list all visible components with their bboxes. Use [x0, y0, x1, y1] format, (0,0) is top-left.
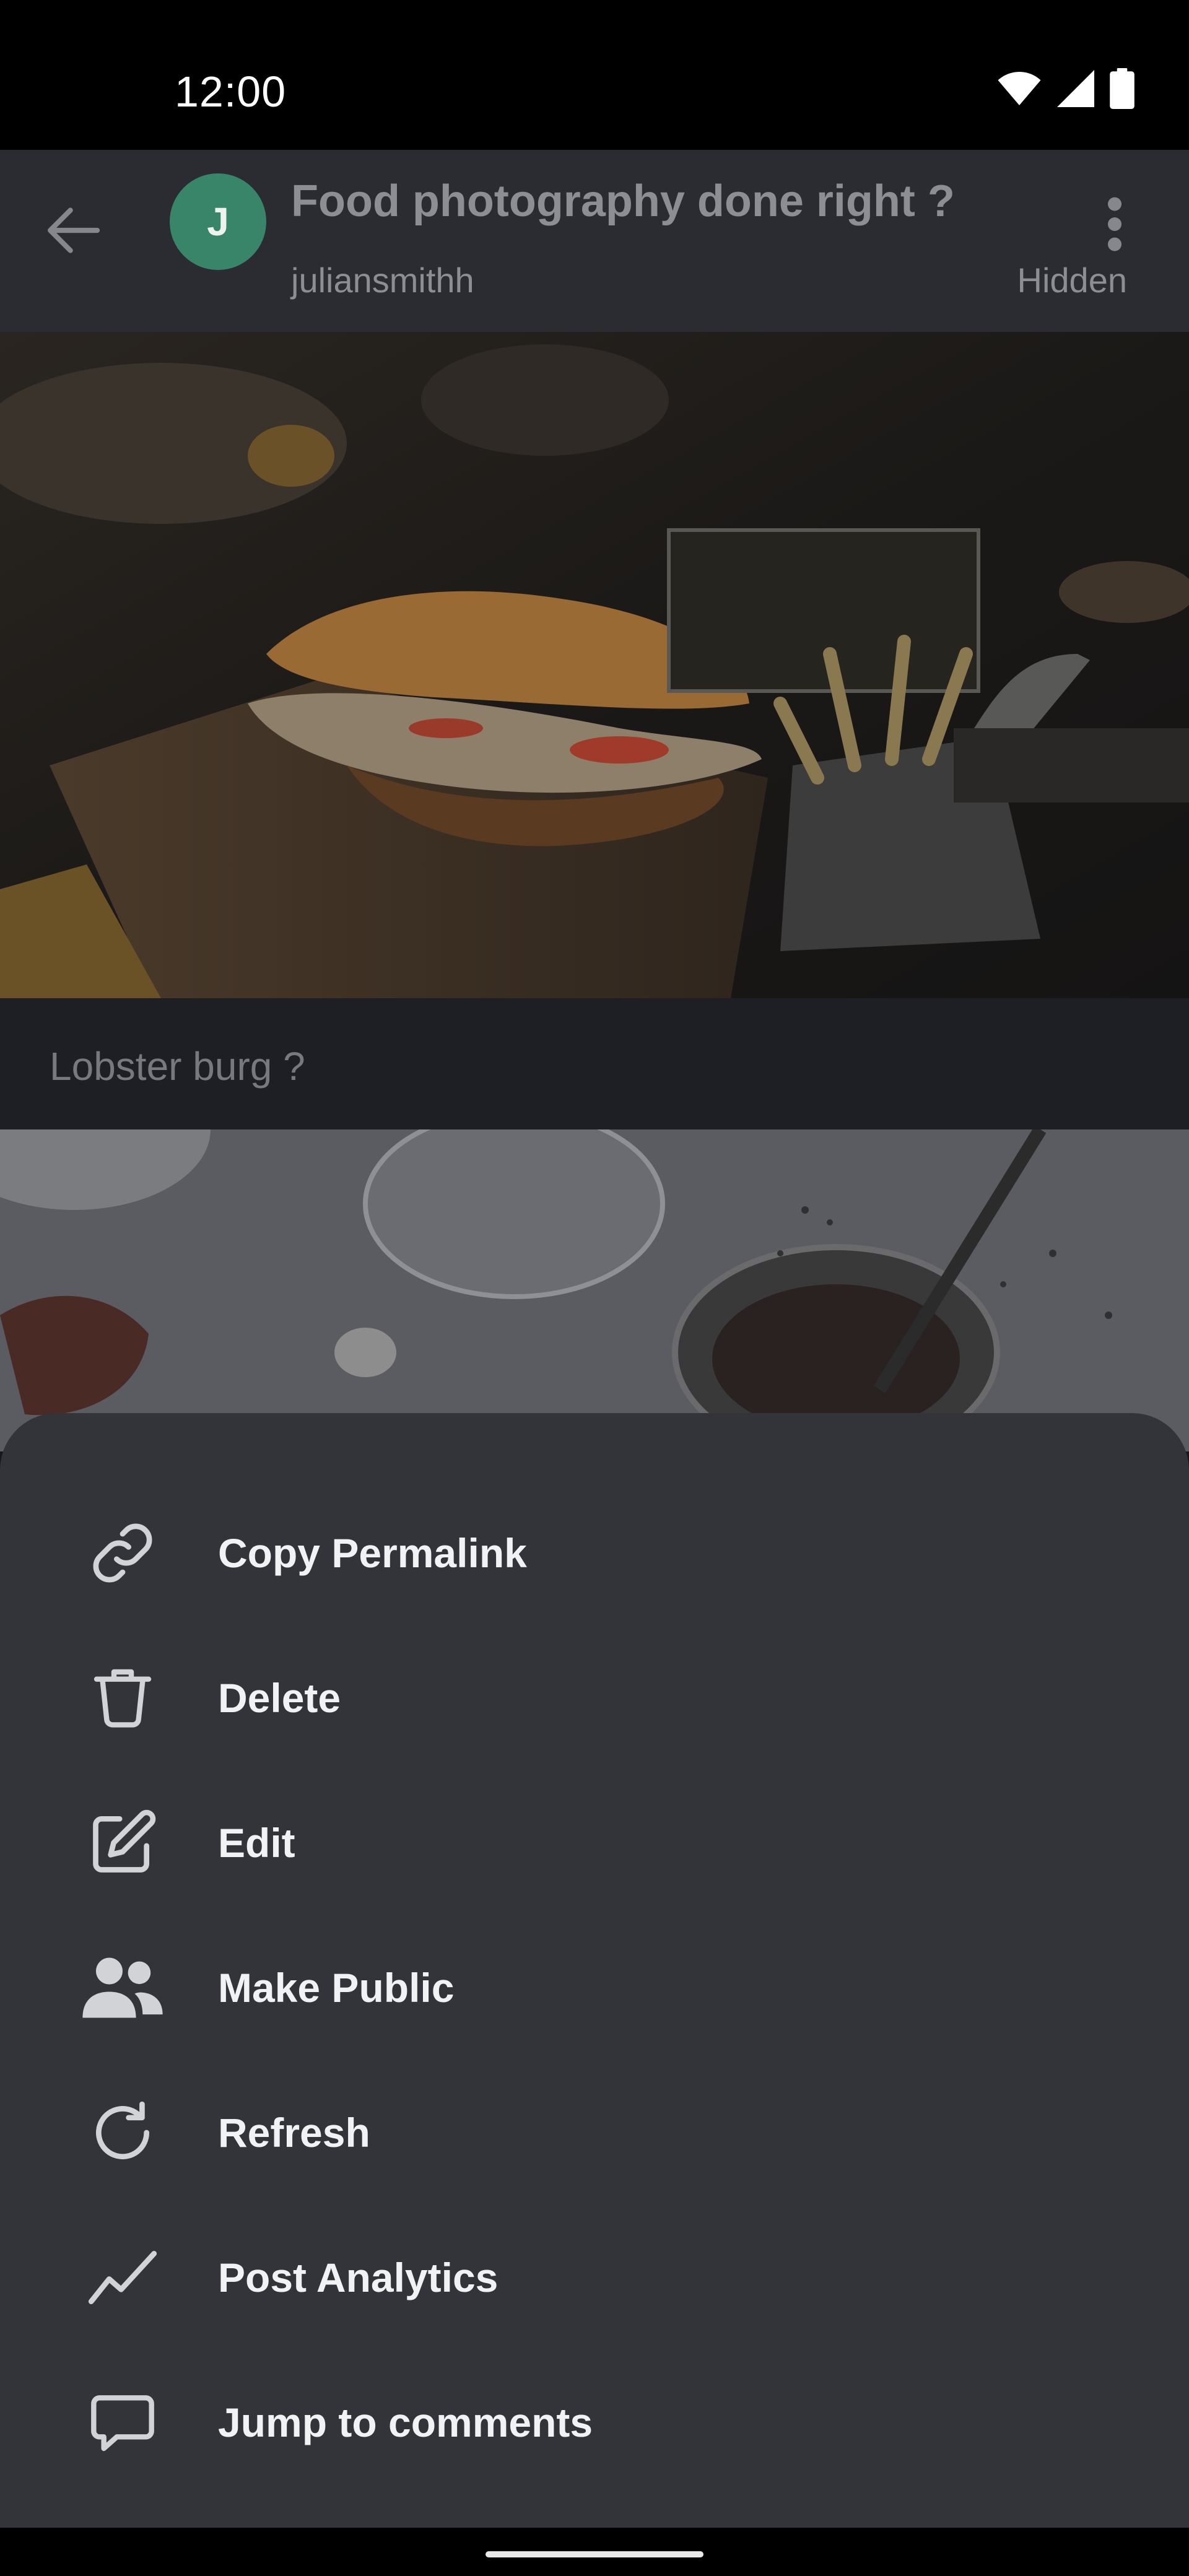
dessert-photo-illustration: [0, 1129, 1189, 1451]
analytics-icon: [74, 2229, 171, 2326]
post-image-dessert[interactable]: [0, 1129, 1189, 1451]
comment-icon: [74, 2374, 171, 2471]
sheet-item-label: Delete: [218, 1675, 341, 1721]
sheet-item-jump-to-comments[interactable]: Jump to comments: [0, 2350, 1189, 2495]
navigation-bar: [0, 2528, 1189, 2576]
post-options-sheet: Copy Permalink Delete Edit Make Public R…: [0, 1413, 1189, 2528]
sheet-item-label: Post Analytics: [218, 2255, 499, 2300]
edit-icon: [74, 1795, 171, 1891]
home-gesture-handle[interactable]: [486, 2551, 703, 2557]
sandwich-photo-illustration: [0, 332, 1189, 998]
sheet-item-edit[interactable]: Edit: [0, 1770, 1189, 1915]
sheet-item-make-public[interactable]: Make Public: [0, 1915, 1189, 2060]
sheet-item-label: Jump to comments: [218, 2400, 593, 2445]
app-bar: J Food photography done right ? juliansm…: [0, 150, 1189, 332]
people-icon: [74, 1939, 171, 2036]
status-time: 12:00: [175, 67, 287, 116]
back-button[interactable]: [36, 193, 110, 268]
status-bar: 12:00: [0, 0, 1189, 150]
cell-signal-icon: [1057, 70, 1094, 107]
post-caption: Lobster burg ?: [50, 1044, 305, 1089]
avatar[interactable]: J: [170, 173, 266, 270]
visibility-status: Hidden: [1017, 261, 1127, 300]
refresh-icon: [74, 2084, 171, 2181]
sheet-item-label: Make Public: [218, 1965, 455, 2011]
sheet-item-delete[interactable]: Delete: [0, 1625, 1189, 1770]
trash-icon: [74, 1650, 171, 1746]
sheet-item-label: Copy Permalink: [218, 1530, 527, 1576]
post-title: Food photography done right ?: [291, 176, 955, 226]
post-image-sandwich[interactable]: [0, 332, 1189, 998]
sheet-item-post-analytics[interactable]: Post Analytics: [0, 2205, 1189, 2350]
sheet-item-label: Refresh: [218, 2110, 370, 2156]
post-author[interactable]: juliansmithh: [291, 259, 474, 302]
sheet-item-refresh[interactable]: Refresh: [0, 2060, 1189, 2205]
more-vert-icon: [1108, 197, 1121, 251]
post-detail-screen: 12:00 J Food photography done right ? ju…: [0, 0, 1189, 2576]
wifi-icon: [998, 72, 1041, 105]
battery-icon: [1110, 68, 1135, 109]
sheet-item-label: Edit: [218, 1820, 295, 1866]
arrow-back-icon: [48, 207, 100, 253]
sheet-item-copy-permalink[interactable]: Copy Permalink: [0, 1481, 1189, 1625]
link-icon: [74, 1505, 171, 1601]
status-icons: [997, 67, 1135, 110]
avatar-letter: J: [207, 199, 229, 244]
overflow-menu-button[interactable]: [1078, 187, 1152, 261]
caption-row: Lobster burg ?: [0, 998, 1189, 1129]
